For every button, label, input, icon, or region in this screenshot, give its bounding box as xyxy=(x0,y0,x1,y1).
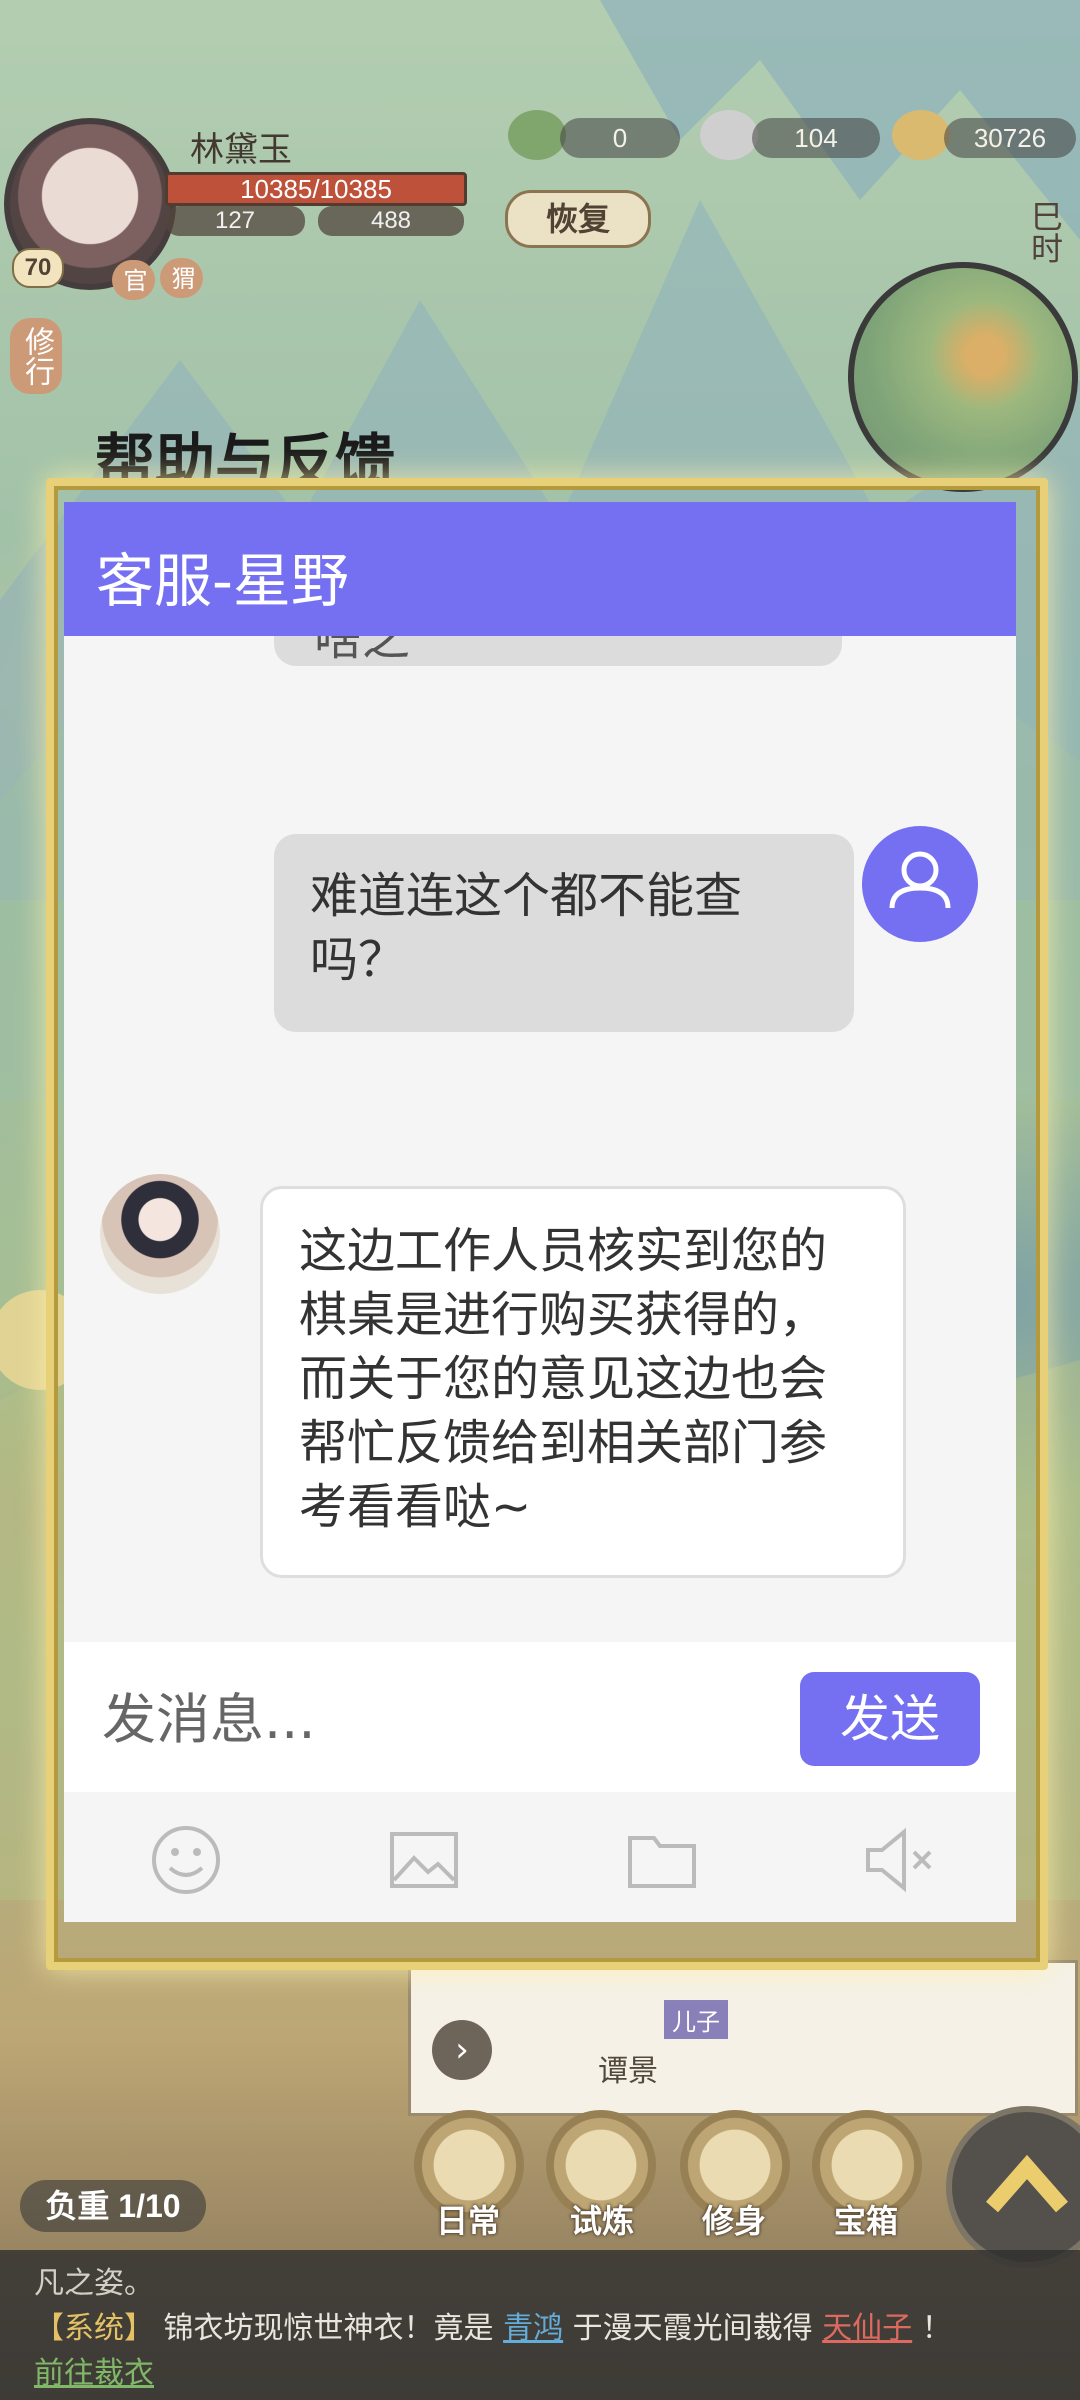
message-input-bar: 发送 xyxy=(64,1642,1016,1792)
chat-header: 客服-星野 xyxy=(64,502,1016,636)
previous-message-text: 啥之 xyxy=(314,636,411,666)
agent-avatar xyxy=(100,1174,220,1294)
user-message-text: 难道连这个都不能查吗？ xyxy=(310,868,743,988)
agent-message: 这边工作人员核实到您的棋桌是进行购买获得的，而关于您的意见这边也会帮忙反馈给到相… xyxy=(260,1186,906,1578)
folder-icon[interactable] xyxy=(622,1820,702,1900)
user-profile-icon xyxy=(889,851,951,909)
emoji-icon[interactable] xyxy=(146,1820,226,1900)
user-avatar xyxy=(862,826,978,942)
previous-user-message: 啥之 xyxy=(274,636,842,666)
message-input[interactable] xyxy=(100,1678,804,1760)
mute-icon[interactable] xyxy=(860,1820,940,1900)
image-icon[interactable] xyxy=(384,1820,464,1900)
agent-message-text: 这边工作人员核实到您的棋桌是进行购买获得的，而关于您的意见这边也会帮忙反馈给到相… xyxy=(299,1223,828,1535)
chat-header-title: 客服-星野 xyxy=(96,547,349,615)
user-message: 难道连这个都不能查吗？ xyxy=(274,834,854,1032)
chat-toolbar xyxy=(64,1792,1016,1922)
message-list[interactable]: 啥之 16:15 难道连这个都不能查吗？ 这边工作人员核实到您的棋桌是进行购买获… xyxy=(64,636,1016,1646)
support-chat-panel: 客服-星野 啥之 16:15 难道连这个都不能查吗？ 这边工作人员核实到您的棋桌… xyxy=(64,502,1016,1922)
send-button[interactable]: 发送 xyxy=(800,1672,980,1766)
